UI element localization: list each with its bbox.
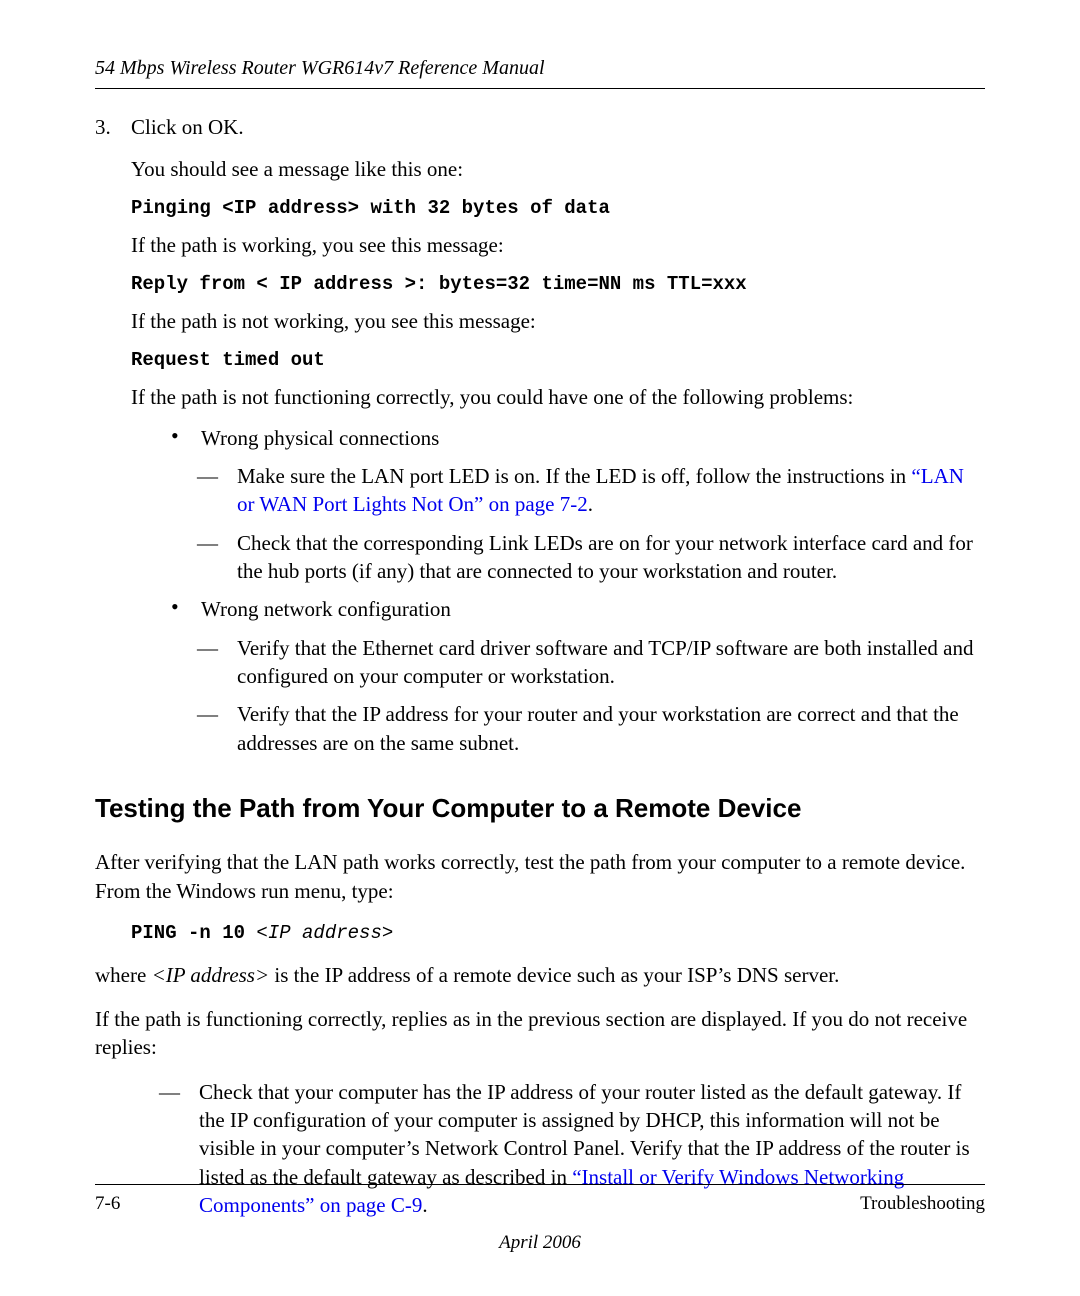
bullet-text: Wrong network configuration <box>201 595 985 623</box>
ping-placeholder: <IP address> <box>256 922 393 944</box>
section-p3: If the path is functioning correctly, re… <box>95 1005 985 1062</box>
footer-page-number: 7-6 <box>95 1191 120 1217</box>
dash-text: Verify that the IP address for your rout… <box>237 700 985 757</box>
dash-text: Make sure the LAN port LED is on. If the… <box>237 462 985 519</box>
header-divider <box>95 88 985 89</box>
code-timeout: Request timed out <box>131 348 985 374</box>
dash-text-pre: Make sure the LAN port LED is on. If the… <box>237 464 911 488</box>
footer-section-name: Troubleshooting <box>860 1191 985 1217</box>
footer-divider <box>95 1184 985 1185</box>
section-p2: where <IP address> is the IP address of … <box>95 961 985 989</box>
bullet-wrong-network: • Wrong network configuration <box>167 595 985 623</box>
bullet-icon: • <box>167 424 201 452</box>
step-3: 3. Click on OK. <box>95 113 985 141</box>
path-not-working-text: If the path is not working, you see this… <box>131 307 985 335</box>
dash-link-leds: — Check that the corresponding Link LEDs… <box>197 529 985 586</box>
ping-cmd-text: PING -n 10 <box>131 922 256 944</box>
dash-icon: — <box>197 529 237 586</box>
dash-icon: — <box>197 462 237 519</box>
bullet-wrong-physical: • Wrong physical connections <box>167 424 985 452</box>
dash-ethernet-driver: — Verify that the Ethernet card driver s… <box>197 634 985 691</box>
dash-ip-subnet: — Verify that the IP address for your ro… <box>197 700 985 757</box>
page-header: 54 Mbps Wireless Router WGR614v7 Referen… <box>95 55 985 82</box>
dash-icon: — <box>197 700 237 757</box>
path-working-text: If the path is working, you see this mes… <box>131 231 985 259</box>
step-text: Click on OK. <box>131 113 985 141</box>
dash-text-post: . <box>588 492 593 516</box>
dash-icon: — <box>197 634 237 691</box>
bullet-text: Wrong physical connections <box>201 424 985 452</box>
p2-pre: where <box>95 963 152 987</box>
section-heading: Testing the Path from Your Computer to a… <box>95 791 985 826</box>
dash-text: Verify that the Ethernet card driver sof… <box>237 634 985 691</box>
ping-command: PING -n 10 <IP address> <box>131 921 985 947</box>
dash-lan-led: — Make sure the LAN port LED is on. If t… <box>197 462 985 519</box>
page-footer: 7-6 Troubleshooting <box>95 1191 985 1217</box>
message-intro: You should see a message like this one: <box>131 155 985 183</box>
footer-date: April 2006 <box>95 1230 985 1256</box>
p2-post: is the IP address of a remote device suc… <box>269 963 839 987</box>
bullet-icon: • <box>167 595 201 623</box>
dash-text: Check that the corresponding Link LEDs a… <box>237 529 985 586</box>
code-reply: Reply from < IP address >: bytes=32 time… <box>131 272 985 298</box>
p2-ital: <IP address> <box>152 963 270 987</box>
section-p1: After verifying that the LAN path works … <box>95 848 985 905</box>
code-pinging: Pinging <IP address> with 32 bytes of da… <box>131 196 985 222</box>
not-functioning-text: If the path is not functioning correctly… <box>131 383 985 411</box>
step-number: 3. <box>95 113 131 141</box>
